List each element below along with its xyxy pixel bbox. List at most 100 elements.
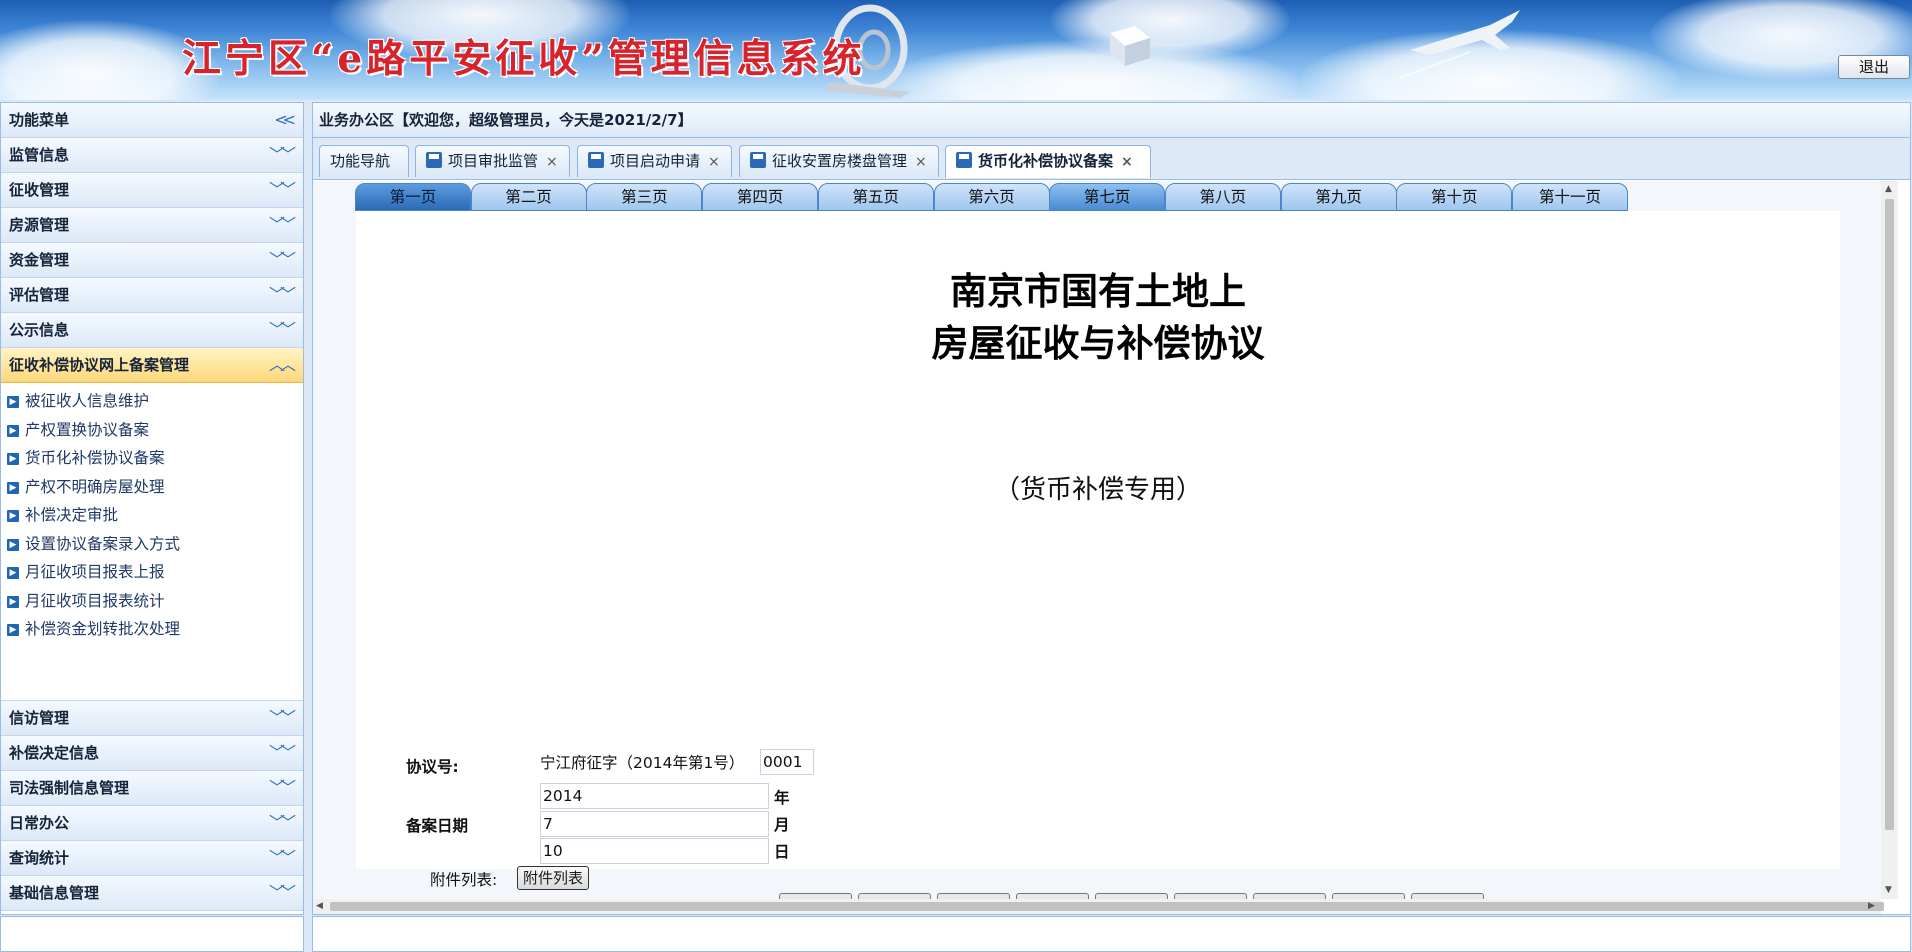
sidebar-group[interactable]: 公示信息 ﹀﹀ bbox=[1, 313, 303, 348]
submenu-item[interactable]: ▶ 被征收人信息维护 bbox=[1, 387, 303, 416]
scroll-down-arrow-icon[interactable]: ▼ bbox=[1885, 885, 1892, 895]
sidebar-group[interactable]: 房源管理 ﹀﹀ bbox=[1, 208, 303, 243]
arrow-right-icon: ▶ bbox=[7, 567, 19, 579]
close-icon[interactable]: × bbox=[708, 154, 720, 170]
double-chevron-down-icon[interactable]: ﹀﹀ bbox=[269, 313, 296, 347]
system-title: 江宁区“e路平安征收”管理信息系统 bbox=[182, 36, 866, 82]
submenu-item[interactable]: ▶ 货币化补偿协议备案 bbox=[1, 444, 303, 473]
sidebar-group-label: 监管信息 bbox=[9, 146, 70, 164]
workspace-tab[interactable]: 功能导航 bbox=[319, 145, 409, 177]
agreement-number-field[interactable]: 0001 bbox=[760, 749, 814, 775]
page-tab[interactable]: 第九页 bbox=[1280, 183, 1397, 211]
sidebar-group[interactable]: 补偿决定信息 ﹀﹀ bbox=[1, 736, 303, 771]
sidebar-group[interactable]: 评估管理 ﹀﹀ bbox=[1, 278, 303, 313]
workspace-tab[interactable]: 征收安置房楼盘管理 × bbox=[739, 145, 939, 177]
close-icon[interactable]: × bbox=[1121, 154, 1133, 170]
page-tab[interactable]: 第三页 bbox=[586, 183, 703, 211]
save-disk-icon bbox=[956, 152, 972, 168]
workspace-tab[interactable]: 货币化补偿协议备案 × bbox=[945, 145, 1151, 178]
scroll-up-arrow-icon[interactable]: ▲ bbox=[1885, 184, 1892, 194]
horizontal-scrollbar[interactable]: ◀ ▶ bbox=[313, 899, 1884, 914]
arrow-right-icon: ▶ bbox=[7, 481, 19, 494]
sidebar-group[interactable]: 司法强制信息管理 ﹀﹀ bbox=[1, 771, 303, 806]
page-tab[interactable]: 第二页 bbox=[470, 183, 587, 211]
document-page: 南京市国有土地上 房屋征收与补偿协议 （货币补偿专用） 协议号: 宁江府征字（2… bbox=[356, 211, 1840, 869]
double-chevron-down-icon[interactable]: ﹀﹀ bbox=[269, 771, 296, 805]
arrow-right-icon: ▶ bbox=[7, 595, 19, 608]
year-unit: 年 bbox=[774, 789, 790, 807]
page-tab[interactable]: 第四页 bbox=[702, 183, 819, 211]
submenu-item-label: 产权不明确房屋处理 bbox=[25, 477, 165, 496]
double-chevron-down-icon[interactable]: ﹀﹀ bbox=[269, 278, 296, 312]
submenu-item[interactable]: ▶ 补偿资金划转批次处理 bbox=[1, 615, 303, 644]
sidebar-title[interactable]: 功能菜单 << bbox=[1, 103, 303, 138]
submenu-item[interactable]: ▶ 产权不明确房屋处理 bbox=[1, 473, 303, 502]
sidebar-group-label: 房源管理 bbox=[9, 216, 70, 234]
horizontal-scroll-thumb[interactable] bbox=[330, 902, 1884, 911]
page-tab[interactable]: 第一页 bbox=[355, 183, 471, 211]
submenu-item[interactable]: ▶ 设置协议备案录入方式 bbox=[1, 530, 303, 559]
sidebar-group[interactable]: 基础信息管理 ﹀﹀ bbox=[1, 876, 303, 911]
sidebar-group[interactable]: 查询统计 ﹀﹀ bbox=[1, 841, 303, 876]
submenu-item[interactable]: ▶ 月征收项目报表上报 bbox=[1, 558, 303, 587]
scroll-right-arrow-icon[interactable]: ▶ bbox=[1868, 901, 1875, 911]
close-icon[interactable]: × bbox=[915, 154, 927, 170]
close-icon[interactable]: × bbox=[546, 154, 558, 170]
cube-decoration-icon bbox=[1110, 26, 1150, 66]
workspace-tab[interactable]: 项目启动申请 × bbox=[577, 145, 732, 177]
double-chevron-down-icon[interactable]: ﹀﹀ bbox=[269, 173, 296, 207]
sidebar-group[interactable]: 监管信息 ﹀﹀ bbox=[1, 138, 303, 173]
main-panel: 业务办公区【欢迎您，超级管理员，今天是2021/2/7】 功能导航 项目审批监管 ×… bbox=[312, 102, 1911, 915]
arrow-right-icon: ▶ bbox=[7, 453, 19, 465]
sidebar-group-label: 日常办公 bbox=[9, 814, 70, 832]
sidebar-group-label: 征收补偿协议网上备案管理 bbox=[9, 356, 190, 374]
sidebar-group-label: 基础信息管理 bbox=[9, 884, 100, 902]
submenu-item[interactable]: ▶ 月征收项目报表统计 bbox=[1, 587, 303, 616]
double-chevron-down-icon[interactable]: ﹀﹀ bbox=[269, 876, 296, 910]
double-chevron-down-icon[interactable]: ﹀﹀ bbox=[269, 138, 296, 172]
double-chevron-down-icon[interactable]: ﹀﹀ bbox=[269, 701, 296, 735]
sidebar-group-filing[interactable]: 征收补偿协议网上备案管理 ︿︿ bbox=[1, 348, 303, 383]
double-chevron-down-icon[interactable]: ﹀﹀ bbox=[269, 243, 296, 277]
double-chevron-down-icon[interactable]: ﹀﹀ bbox=[269, 841, 296, 875]
vertical-scrollbar[interactable]: ▲ ▼ bbox=[1881, 181, 1898, 899]
submenu-item-label: 产权置换协议备案 bbox=[25, 420, 150, 439]
submenu-item-label: 月征收项目报表上报 bbox=[25, 563, 165, 581]
filing-day-field[interactable]: 10 bbox=[540, 838, 769, 864]
submenu-item[interactable]: ▶ 补偿决定审批 bbox=[1, 501, 303, 530]
double-chevron-down-icon[interactable]: ﹀﹀ bbox=[269, 806, 296, 840]
attachment-list-button[interactable]: 附件列表 bbox=[517, 866, 589, 890]
submenu-item[interactable]: ▶ 产权置换协议备案 bbox=[1, 416, 303, 445]
sidebar-group[interactable]: 资金管理 ﹀﹀ bbox=[1, 243, 303, 278]
workspace-tab-label: 征收安置房楼盘管理 bbox=[772, 152, 908, 170]
workspace-tab-label: 功能导航 bbox=[330, 152, 391, 170]
save-disk-icon bbox=[426, 152, 442, 168]
sidebar-group-label: 司法强制信息管理 bbox=[9, 779, 130, 797]
double-chevron-down-icon[interactable]: ﹀﹀ bbox=[269, 736, 296, 770]
filing-month-field[interactable]: 7 bbox=[540, 811, 769, 837]
page-tab[interactable]: 第十页 bbox=[1396, 183, 1513, 211]
page-tab[interactable]: 第十一页 bbox=[1512, 183, 1628, 211]
page-tab[interactable]: 第六页 bbox=[933, 183, 1050, 211]
logout-button[interactable]: 退出 bbox=[1838, 55, 1910, 79]
sidebar-group-label: 征收管理 bbox=[9, 181, 70, 199]
sidebar-group[interactable]: 日常办公 ﹀﹀ bbox=[1, 806, 303, 841]
sidebar-group[interactable]: 信访管理 ﹀﹀ bbox=[1, 701, 303, 736]
vertical-scroll-thumb[interactable] bbox=[1885, 199, 1894, 830]
sidebar-title-label: 功能菜单 bbox=[9, 111, 70, 129]
page-tab[interactable]: 第五页 bbox=[817, 183, 934, 211]
document-subtitle: （货币补偿专用） bbox=[993, 475, 1202, 505]
sidebar-group[interactable]: 征收管理 ﹀﹀ bbox=[1, 173, 303, 208]
document-viewport: 第一页 第二页 第三页 第四页 第五页 第六页 第七页 第八页 第九页 第十页 第十一页 南京市国有… bbox=[313, 181, 1910, 914]
page-tab[interactable]: 第七页 bbox=[1049, 183, 1166, 211]
submenu-item-label: 被征收人信息维护 bbox=[25, 392, 150, 410]
double-chevron-left-icon[interactable]: << bbox=[274, 103, 296, 137]
double-chevron-down-icon[interactable]: ﹀﹀ bbox=[269, 208, 296, 242]
agreement-prefix: 宁江府征字（2014年第1号） bbox=[540, 754, 745, 772]
page-tab[interactable]: 第八页 bbox=[1164, 183, 1281, 211]
submenu-item-label: 月征收项目报表统计 bbox=[25, 591, 165, 610]
double-chevron-up-icon[interactable]: ︿︿ bbox=[269, 348, 296, 382]
scroll-left-arrow-icon[interactable]: ◀ bbox=[316, 901, 323, 911]
filing-year-field[interactable]: 2014 bbox=[540, 783, 769, 809]
workspace-tab[interactable]: 项目审批监管 × bbox=[415, 145, 570, 177]
